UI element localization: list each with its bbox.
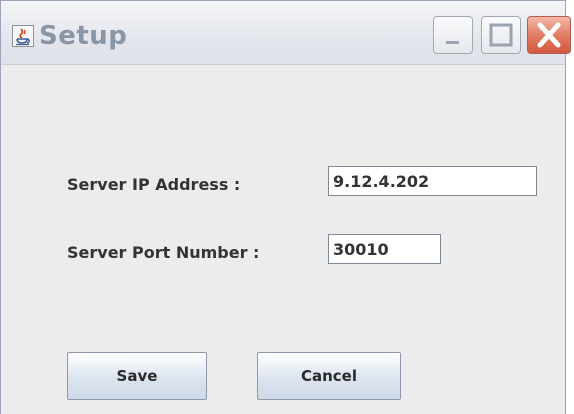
server-port-label: Server Port Number :	[67, 243, 260, 262]
window-title: Setup	[39, 21, 128, 51]
close-button[interactable]	[527, 16, 571, 54]
setup-window: Setup Server IP Address : Server Port Nu…	[0, 0, 571, 414]
java-app-icon	[12, 25, 34, 47]
minimize-icon	[446, 41, 459, 44]
server-ip-label: Server IP Address :	[67, 175, 241, 194]
cancel-button[interactable]: Cancel	[257, 352, 401, 400]
server-ip-input[interactable]	[328, 166, 537, 196]
server-port-input[interactable]	[328, 234, 441, 264]
maximize-icon	[489, 23, 513, 47]
save-button[interactable]: Save	[67, 352, 207, 400]
dialog-content: Server IP Address : Server Port Number :…	[1, 65, 565, 414]
maximize-button[interactable]	[481, 16, 521, 54]
title-bar[interactable]: Setup	[1, 1, 571, 65]
minimize-button[interactable]	[433, 16, 473, 54]
close-icon	[537, 22, 561, 48]
